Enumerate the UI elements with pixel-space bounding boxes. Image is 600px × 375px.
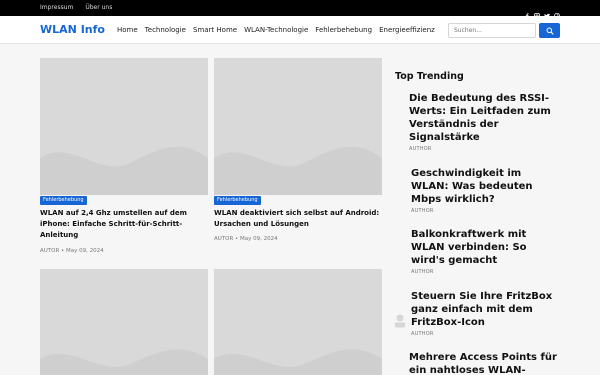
top-links: Impressum Über uns [40,4,112,11]
category-badge[interactable]: Fehlerbehebung [40,196,87,205]
article-thumbnail[interactable] [214,269,382,375]
trending-item-author: AUTHOR [411,269,434,275]
trending-item-title[interactable]: Mehrere Access Points für ein nahtloses … [409,351,559,375]
nav-item-smart-home[interactable]: Smart Home [193,26,237,34]
pinterest-icon[interactable] [553,4,561,20]
main-nav: Home Technologie Smart Home WLAN-Technol… [117,26,435,34]
article-thumbnail[interactable] [214,58,382,195]
trending-item[interactable]: Die Bedeutung des RSSI-Werts: Ein Leitfa… [409,92,559,152]
nav-item-technologie[interactable]: Technologie [145,26,186,34]
site-header: WLAN Info Home Technologie Smart Home WL… [0,16,600,44]
twitter-icon[interactable] [544,4,550,19]
trending-item-thumbnail[interactable] [395,313,405,328]
trending-item[interactable]: Balkonkraftwerk mit WLAN verbinden: So w… [411,228,561,275]
trending-item-title[interactable]: Balkonkraftwerk mit WLAN verbinden: So w… [411,228,561,267]
facebook-icon[interactable] [524,4,530,19]
search-icon [546,27,554,35]
article-title[interactable]: WLAN deaktiviert sich selbst auf Android… [214,208,382,230]
nav-item-fehlerbehebung[interactable]: Fehlerbehebung [315,26,372,34]
instagram-icon[interactable] [534,4,540,19]
trending-item-author: AUTHOR [411,331,434,337]
category-badge[interactable]: Fehlerbehebung [214,196,261,205]
trending-item-title[interactable]: Die Bedeutung des RSSI-Werts: Ein Leitfa… [409,92,559,144]
nav-item-wlan-technologie[interactable]: WLAN-Technologie [244,26,308,34]
article-meta: AUTOR • May 09, 2024 [214,236,278,242]
nav-item-energieeffizienz[interactable]: Energieeffizienz [379,26,435,34]
trending-item-author: AUTHOR [411,208,434,214]
article-thumbnail[interactable] [40,58,208,195]
search-button[interactable] [539,23,560,38]
trending-item[interactable]: Steuern Sie Ihre FritzBox ganz einfach m… [411,290,561,337]
nav-item-home[interactable]: Home [117,26,138,34]
trending-item[interactable]: Geschwindigkeit im WLAN: Was bedeuten Mb… [411,167,561,214]
site-logo[interactable]: WLAN Info [40,23,105,36]
trending-item[interactable]: Mehrere Access Points für ein nahtloses … [409,351,559,375]
about-link[interactable]: Über uns [85,4,112,11]
trending-item-title[interactable]: Steuern Sie Ihre FritzBox ganz einfach m… [411,290,561,329]
impressum-link[interactable]: Impressum [40,4,73,11]
article-meta: AUTOR • May 09, 2024 [40,248,104,254]
trending-item-title[interactable]: Geschwindigkeit im WLAN: Was bedeuten Mb… [411,167,561,206]
top-trending-heading: Top Trending [395,71,464,82]
trending-item-author: AUTHOR [409,146,432,152]
search-input[interactable] [448,23,536,38]
article-thumbnail[interactable] [40,269,208,375]
article-title[interactable]: WLAN auf 2,4 Ghz umstellen auf dem iPhon… [40,208,208,241]
top-bar: Impressum Über uns [0,0,600,20]
social-links [524,4,561,20]
